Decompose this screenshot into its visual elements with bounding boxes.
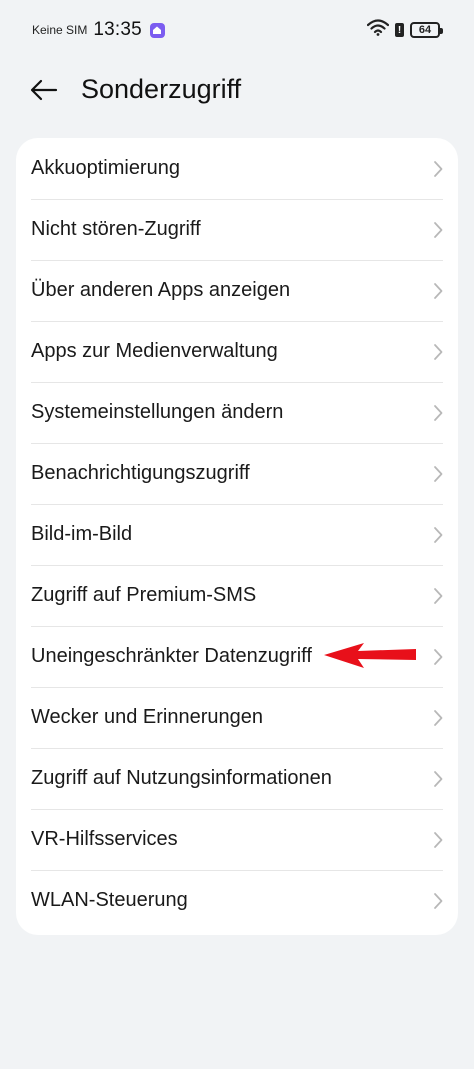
status-left: Keine SIM 13:35: [32, 19, 165, 41]
chevron-right-icon: [434, 404, 443, 421]
chevron-right-icon: [434, 587, 443, 604]
chevron-right-icon: [434, 770, 443, 787]
alert-icon: !: [395, 23, 404, 37]
page-title: Sonderzugriff: [81, 74, 242, 104]
list-item-label: Uneingeschränkter Datenzugriff: [31, 645, 312, 667]
wifi-icon: [366, 19, 390, 41]
list-item-benachrichtigungszugriff[interactable]: Benachrichtigungszugriff: [16, 443, 458, 504]
list-item-premium-sms[interactable]: Zugriff auf Premium-SMS: [16, 565, 458, 626]
back-button[interactable]: [26, 72, 62, 108]
list-item-bild-im-bild[interactable]: Bild-im-Bild: [16, 504, 458, 565]
list-item-label: Bild-im-Bild: [31, 523, 133, 545]
list-item-label: Zugriff auf Nutzungsinformationen: [31, 767, 332, 789]
red-arrow-icon: [324, 643, 416, 668]
chevron-right-icon: [434, 648, 443, 665]
list-item-vr-hilfsservices[interactable]: VR-Hilfsservices: [16, 809, 458, 870]
chevron-right-icon: [434, 282, 443, 299]
chevron-right-icon: [434, 465, 443, 482]
chevron-right-icon: [434, 526, 443, 543]
list-item-nutzungsinformationen[interactable]: Zugriff auf Nutzungsinformationen: [16, 748, 458, 809]
status-right: ! 64: [366, 19, 443, 41]
list-item-label: Nicht stören-Zugriff: [31, 218, 201, 240]
list-item-label: Apps zur Medienverwaltung: [31, 340, 278, 362]
arrow-left-icon: [30, 79, 58, 101]
chevron-right-icon: [434, 221, 443, 238]
list-item-label: Akkuoptimierung: [31, 157, 180, 179]
chevron-right-icon: [434, 160, 443, 177]
list-item-label: Benachrichtigungszugriff: [31, 462, 250, 484]
chevron-right-icon: [434, 343, 443, 360]
list-item-label: WLAN-Steuerung: [31, 889, 188, 911]
list-item-label: Wecker und Erinnerungen: [31, 706, 263, 728]
list-item-wecker[interactable]: Wecker und Erinnerungen: [16, 687, 458, 748]
list-item-systemeinstellungen[interactable]: Systemeinstellungen ändern: [16, 382, 458, 443]
chevron-right-icon: [434, 709, 443, 726]
app-header: Sonderzugriff: [0, 60, 474, 120]
chevron-right-icon: [434, 831, 443, 848]
list-item-nicht-stoeren-zugriff[interactable]: Nicht stören-Zugriff: [16, 199, 458, 260]
battery-icon: 64: [410, 22, 443, 38]
list-item-medienverwaltung[interactable]: Apps zur Medienverwaltung: [16, 321, 458, 382]
carrier-text: Keine SIM: [32, 23, 88, 37]
list-item-ueber-anderen-apps[interactable]: Über anderen Apps anzeigen: [16, 260, 458, 321]
list-item-label: Über anderen Apps anzeigen: [31, 279, 291, 301]
list-item-label: Systemeinstellungen ändern: [31, 401, 284, 423]
clock: 13:35: [93, 19, 142, 40]
list-item-label: VR-Hilfsservices: [31, 828, 178, 850]
list-item-wlan-steuerung[interactable]: WLAN-Steuerung: [16, 870, 458, 931]
list-item-label: Zugriff auf Premium-SMS: [31, 584, 257, 606]
app-notification-icon: [149, 22, 165, 38]
list-item-akkuoptimierung[interactable]: Akkuoptimierung: [16, 138, 458, 199]
settings-list: Akkuoptimierung Nicht stören-Zugriff Übe…: [16, 138, 458, 935]
status-bar: Keine SIM 13:35 ! 64: [0, 0, 474, 60]
chevron-right-icon: [434, 892, 443, 909]
